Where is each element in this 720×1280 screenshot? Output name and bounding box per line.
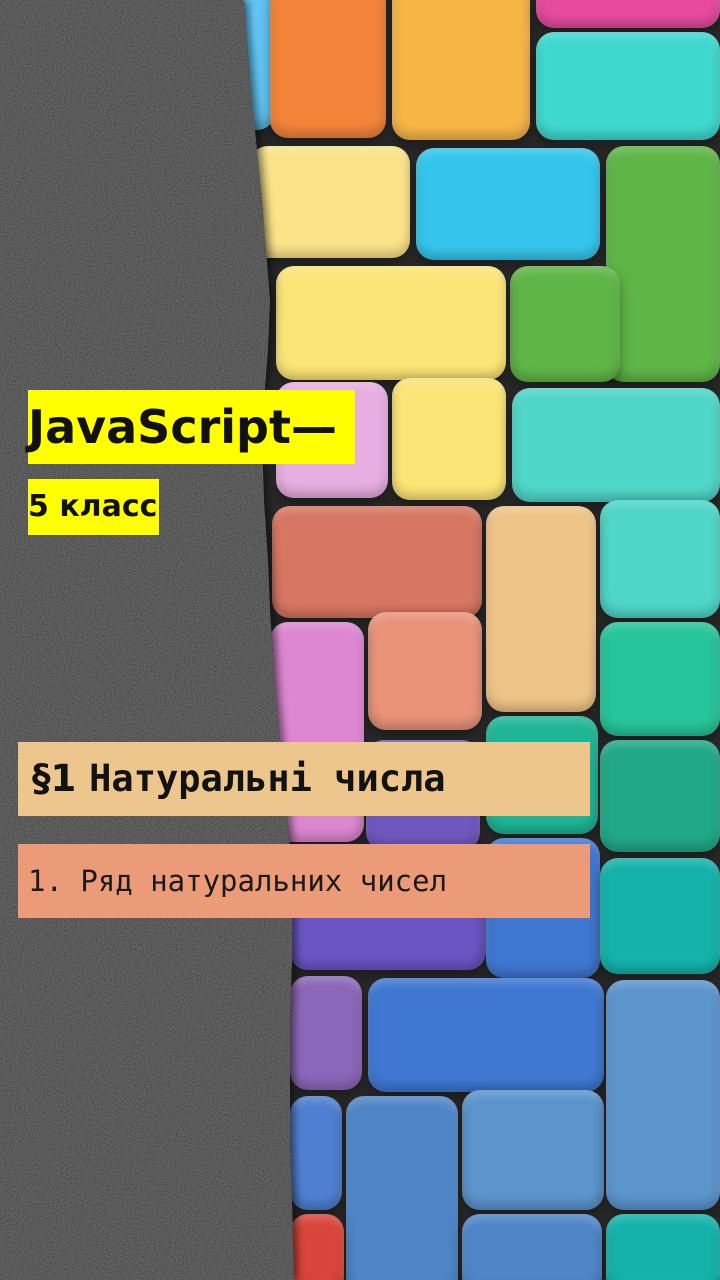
section-heading: §1 Натуральні числа xyxy=(18,742,590,816)
section-title: Натуральні числа xyxy=(89,757,446,800)
course-title: JavaScript— xyxy=(28,390,355,464)
presentation-slide: JavaScript— 5 класс §1 Натуральні числа … xyxy=(0,0,720,1280)
section-number: §1 xyxy=(32,757,90,800)
grade-label: 5 класс xyxy=(28,479,160,535)
slide-content: JavaScript— 5 класс §1 Натуральні числа … xyxy=(0,0,720,1280)
lesson-heading: 1. Ряд натуральних чисел xyxy=(18,844,590,918)
